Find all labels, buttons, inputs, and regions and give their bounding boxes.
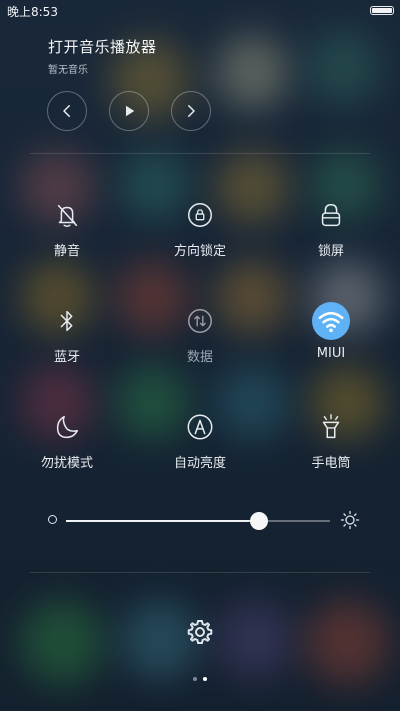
play-button[interactable] [109,91,149,131]
lock-icon [321,203,341,227]
tile-label: 手电筒 [311,456,351,471]
tile-label: 数据 [186,350,213,365]
brightness-slider[interactable] [44,507,360,533]
tile-rotation-lock[interactable]: 方向锁定 [145,196,255,259]
music-title[interactable]: 打开音乐播放器 [48,36,157,57]
brightness-low-icon [48,515,57,524]
tile-label: 方向锁定 [173,244,226,259]
chevron-right-icon [188,105,195,117]
page-dot [203,677,207,681]
tile-row: 蓝牙 数据 MIUI [0,302,400,382]
tile-row: 勿扰模式 自动亮度 手电筒 [0,408,400,488]
wifi-active-indicator [312,302,350,340]
tile-flashlight[interactable]: 手电筒 [276,408,386,471]
status-bar: 晚上8:53 [0,0,400,22]
tile-row: 静音 方向锁定 锁屏 [0,196,400,276]
tile-wifi[interactable]: MIUI [276,302,386,361]
tile-label: 锁屏 [317,244,344,259]
chevron-left-icon [63,105,70,117]
next-button[interactable] [171,91,211,131]
music-controls [47,91,211,131]
bell-off-icon [57,204,78,227]
brightness-high-icon [340,510,360,530]
rotation-lock-icon [188,203,212,227]
divider [30,572,370,573]
brightness-handle[interactable] [249,512,268,530]
previous-button[interactable] [47,91,87,131]
tile-bluetooth[interactable]: 蓝牙 [12,302,122,365]
tile-label: 勿扰模式 [40,456,93,471]
brightness-fill [66,520,259,522]
music-widget[interactable]: 打开音乐播放器 暂无音乐 [48,30,157,76]
battery-icon [370,6,394,15]
battery-level [372,8,392,13]
tile-auto-brightness[interactable]: 自动亮度 [145,408,255,471]
tile-mobile-data[interactable]: 数据 [145,302,255,365]
music-subtitle: 暂无音乐 [48,65,88,76]
page-dot [193,677,197,681]
settings-gear-icon[interactable] [186,618,214,646]
divider [30,153,370,154]
auto-brightness-icon [187,414,213,440]
tile-label: 自动亮度 [173,456,226,471]
flashlight-icon [322,414,340,439]
tile-do-not-disturb[interactable]: 勿扰模式 [12,408,122,471]
tile-label: MIUI [316,346,346,361]
bluetooth-icon [60,310,73,332]
mobile-data-icon [188,309,212,333]
page-indicator [0,677,400,681]
tile-label: 蓝牙 [53,350,80,365]
wifi-icon [318,311,344,333]
tile-label: 静音 [53,244,80,259]
tile-mute[interactable]: 静音 [12,196,122,259]
moon-icon [56,415,79,439]
tile-lock-screen[interactable]: 锁屏 [276,196,386,259]
status-time: 晚上8:53 [7,5,58,19]
play-icon [126,105,135,117]
